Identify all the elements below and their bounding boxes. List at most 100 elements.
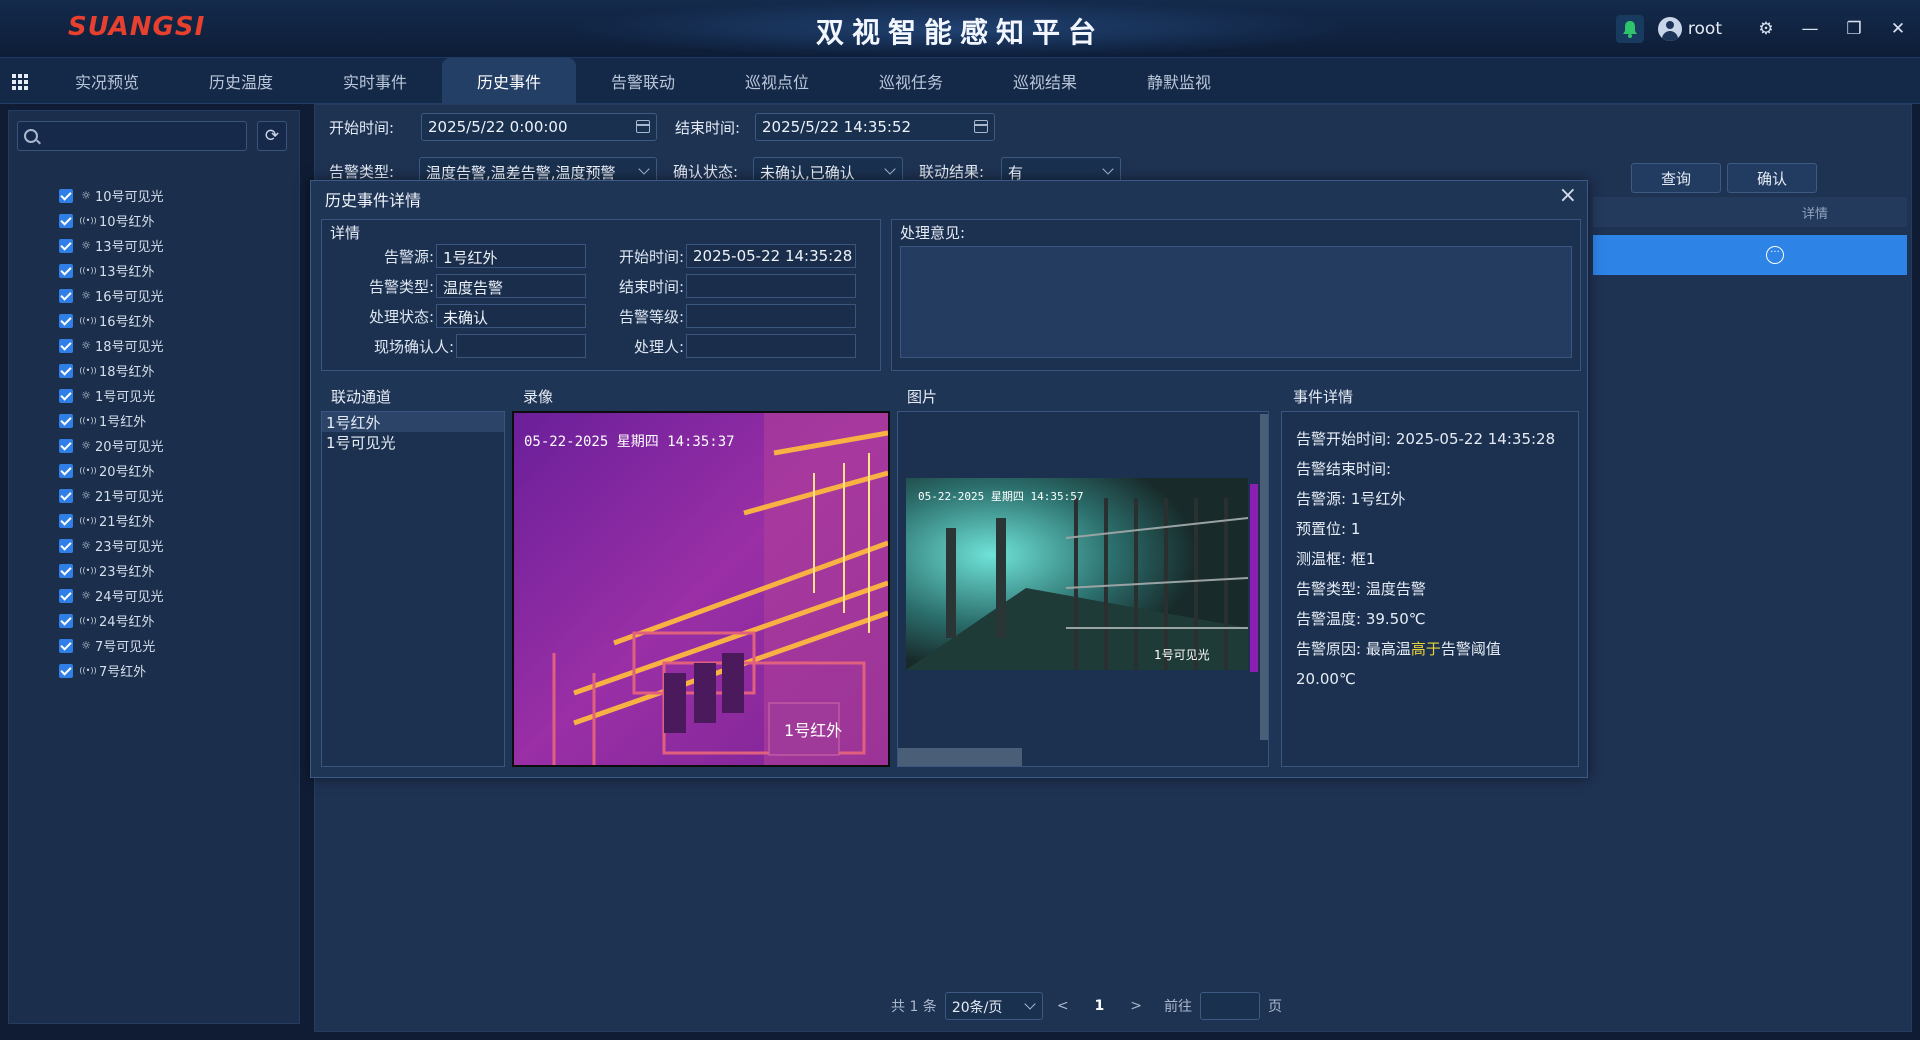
checkbox[interactable] [59, 538, 73, 553]
tree-item[interactable]: ☼ 21号可见光 [59, 483, 164, 508]
calendar-icon [974, 120, 988, 133]
video-player[interactable]: 05-22-2025 星期四 14:35:37 1号红外 [512, 411, 890, 767]
tree-item[interactable]: ((•)) 1号红外 [59, 408, 164, 433]
checkbox[interactable] [59, 288, 73, 303]
tree-item[interactable]: ☼ 1号可见光 [59, 383, 164, 408]
device-tree: ☼ 10号可见光 ((•)) 10号红外 ☼ 13号可见光 ((•)) 13号红外 ☼ 16号可见… [59, 183, 164, 683]
app-header: SUANGSI 双视智能感知平台 root ⚙ — ❐ ✕ [0, 0, 1920, 58]
checkbox[interactable] [59, 363, 73, 378]
search-icon [24, 129, 38, 143]
chevron-down-icon [884, 163, 896, 175]
tree-item[interactable]: ((•)) 10号红外 [59, 208, 164, 233]
tab-1[interactable]: 实况预览 [40, 58, 174, 104]
close-icon[interactable]: ✕ [1876, 14, 1920, 44]
close-icon[interactable]: × [1559, 183, 1577, 208]
apps-grid-icon[interactable] [12, 74, 28, 90]
checkbox[interactable] [59, 213, 73, 228]
tree-item[interactable]: ((•)) 18号红外 [59, 358, 164, 383]
prev-page-button[interactable]: < [1057, 998, 1069, 1014]
user-icon [1657, 17, 1682, 41]
tree-item[interactable]: ☼ 18号可见光 [59, 333, 164, 358]
end-time-field[interactable]: 2025/5/22 14:35:52 [755, 113, 995, 141]
tree-item[interactable]: ☼ 23号可见光 [59, 533, 164, 558]
tree-item-label: 18号红外 [99, 365, 155, 380]
checkbox[interactable] [59, 513, 73, 528]
tree-item[interactable]: ((•)) 24号红外 [59, 608, 164, 633]
checkbox[interactable] [59, 438, 73, 453]
handler-label: 处理人: [633, 338, 684, 356]
restore-icon[interactable]: ❐ [1832, 14, 1876, 44]
checkbox[interactable] [59, 463, 73, 478]
snapshot-image[interactable]: 05-22-2025 星期四 14:35:57 1号可见光 [906, 478, 1248, 670]
infrared-camera-icon: ((•)) [79, 366, 97, 375]
tree-item[interactable]: ((•)) 21号红外 [59, 508, 164, 533]
checkbox[interactable] [59, 563, 73, 578]
tree-item[interactable]: ((•)) 13号红外 [59, 258, 164, 283]
tree-item[interactable]: ☼ 24号可见光 [59, 583, 164, 608]
checkbox[interactable] [59, 238, 73, 253]
next-page-button[interactable]: > [1130, 998, 1142, 1014]
vertical-scrollbar[interactable] [1260, 414, 1268, 740]
tree-item[interactable]: ((•)) 23号红外 [59, 558, 164, 583]
current-page[interactable]: 1 [1095, 998, 1105, 1014]
minimize-icon[interactable]: — [1788, 14, 1832, 44]
tree-item[interactable]: ☼ 16号可见光 [59, 283, 164, 308]
checkbox[interactable] [59, 413, 73, 428]
tab-3[interactable]: 实时事件 [308, 58, 442, 104]
image-osd-time: 05-22-2025 星期四 14:35:57 [918, 490, 1084, 503]
thermal-scale-bar [1250, 484, 1258, 672]
tree-item[interactable]: ☼ 7号可见光 [59, 633, 164, 658]
checkbox[interactable] [59, 388, 73, 403]
user-menu[interactable]: root [1657, 17, 1722, 41]
image-title: 图片 [907, 388, 938, 406]
tree-item[interactable]: ☼ 10号可见光 [59, 183, 164, 208]
tab-4[interactable]: 历史事件 [442, 58, 576, 104]
tree-item[interactable]: ((•)) 7号红外 [59, 658, 164, 683]
channel-item[interactable]: 1号红外 [322, 412, 504, 432]
handler-field [686, 334, 856, 358]
confirm-button[interactable]: 确认 [1727, 163, 1817, 193]
video-osd-time: 05-22-2025 星期四 14:35:37 [524, 434, 735, 450]
tree-item[interactable]: ((•)) 20号红外 [59, 458, 164, 483]
gear-icon[interactable]: ⚙ [1744, 14, 1788, 44]
tab-5[interactable]: 告警联动 [576, 58, 710, 104]
refresh-icon[interactable]: ⟳ [257, 121, 287, 151]
detail-section: 详情 告警源: 1号红外 告警类型: 温度告警 处理状态: 未确认 现场确认人:… [321, 219, 881, 371]
opinion-label: 处理意见: [900, 224, 966, 242]
search-input[interactable] [17, 121, 247, 151]
tree-item[interactable]: ☼ 20号可见光 [59, 433, 164, 458]
checkbox[interactable] [59, 613, 73, 628]
tab-9[interactable]: 静默监视 [1112, 58, 1246, 104]
end-label: 结束时间: [618, 278, 684, 296]
checkbox[interactable] [59, 488, 73, 503]
tab-2[interactable]: 历史温度 [174, 58, 308, 104]
bell-icon[interactable] [1615, 15, 1644, 43]
channel-item[interactable]: 1号可见光 [322, 432, 504, 452]
tab-7[interactable]: 巡视任务 [844, 58, 978, 104]
checkbox[interactable] [59, 188, 73, 203]
query-button[interactable]: 查询 [1631, 163, 1721, 193]
checkbox[interactable] [59, 338, 73, 353]
page-size-select[interactable]: 20条/页 [944, 992, 1043, 1020]
checkbox[interactable] [59, 638, 73, 653]
alarm-type-label: 告警类型: [329, 163, 395, 181]
checkbox[interactable] [59, 263, 73, 278]
tab-6[interactable]: 巡视点位 [710, 58, 844, 104]
tree-item-label: 1号红外 [99, 415, 147, 430]
checkbox[interactable] [59, 588, 73, 603]
checkbox[interactable] [59, 663, 73, 678]
more-icon[interactable]: ··· [1766, 246, 1784, 264]
table-row[interactable]: ··· [1593, 235, 1907, 275]
opinion-textarea[interactable] [900, 246, 1572, 358]
event-type: 告警类型: 温度告警 [1296, 580, 1426, 598]
checkbox[interactable] [59, 313, 73, 328]
goto-page-input[interactable] [1200, 992, 1261, 1020]
tree-item-label: 10号红外 [99, 215, 155, 230]
tree-item-label: 16号红外 [99, 315, 155, 330]
start-time-field[interactable]: 2025/5/22 0:00:00 [421, 113, 657, 141]
tree-item[interactable]: ((•)) 16号红外 [59, 308, 164, 333]
tab-8[interactable]: 巡视结果 [978, 58, 1112, 104]
horizontal-scrollbar[interactable] [898, 748, 1022, 766]
status-label: 处理状态: [368, 308, 434, 326]
tree-item[interactable]: ☼ 13号可见光 [59, 233, 164, 258]
